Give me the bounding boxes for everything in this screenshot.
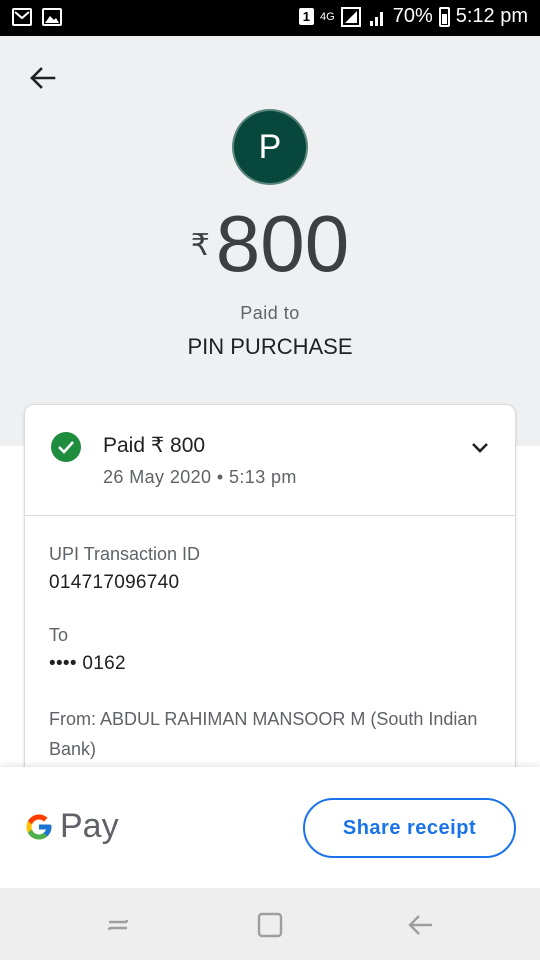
status-bar: 1 4G 70% 5:12 pm	[0, 0, 540, 36]
google-g-icon	[26, 814, 52, 839]
battery-percent: 70%	[392, 5, 433, 27]
avatar: P	[232, 109, 308, 185]
nav-recents-button[interactable]	[98, 908, 138, 942]
nav-recents-icon	[107, 919, 129, 931]
amount-value: 800	[215, 199, 350, 288]
paid-to-label: Paid to	[240, 303, 300, 323]
back-arrow-icon	[30, 67, 56, 89]
bottom-bar: Pay Share receipt	[0, 767, 540, 888]
from-account: From: ABDUL RAHIMAN MANSOOR M (South Ind…	[49, 709, 478, 759]
upi-id-label: UPI Transaction ID	[49, 544, 201, 564]
back-button[interactable]	[24, 60, 60, 96]
network-type: 4G	[320, 10, 335, 23]
to-value: •••• 0162	[49, 653, 126, 674]
avatar-letter: P	[258, 127, 282, 166]
mail-notification-icon	[12, 8, 32, 26]
payee-name: PIN PURCHASE	[187, 334, 353, 359]
navigation-bar	[0, 888, 540, 960]
gpay-brand-text: Pay	[60, 807, 119, 845]
upi-id-value: 014717096740	[49, 572, 180, 593]
nav-home-icon	[257, 912, 283, 938]
currency-symbol: ₹	[190, 229, 210, 262]
nav-back-button[interactable]	[400, 908, 440, 942]
sim-badge: 1	[298, 8, 315, 25]
to-label: To	[49, 625, 69, 645]
status-row[interactable]: Paid ₹ 800 26 May 2020 • 5:13 pm	[25, 405, 515, 516]
expand-button[interactable]	[465, 433, 495, 463]
share-receipt-button[interactable]: Share receipt	[303, 798, 516, 858]
signal-icon	[340, 6, 361, 27]
amount: ₹ 800	[0, 198, 540, 290]
clock: 5:12 pm	[455, 5, 528, 27]
check-circle-icon	[51, 432, 81, 462]
nav-home-button[interactable]	[250, 908, 290, 942]
status-datetime: 26 May 2020 • 5:13 pm	[103, 467, 297, 487]
status-title: Paid ₹ 800	[103, 434, 206, 457]
chevron-down-icon	[472, 443, 488, 453]
signal-bars-icon	[369, 11, 383, 26]
gpay-logo: Pay	[24, 807, 119, 846]
battery-icon	[438, 6, 450, 27]
nav-back-icon	[408, 915, 432, 935]
image-notification-icon	[42, 8, 62, 26]
